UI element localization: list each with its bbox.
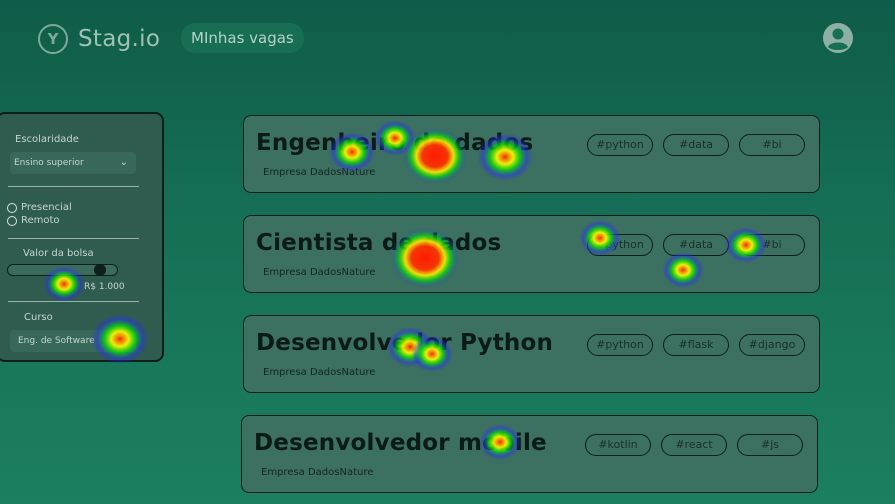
tag-list: #python #data #bi (587, 134, 805, 156)
brand-name: Stag.io (78, 26, 161, 52)
tag-chip[interactable]: #bi (739, 134, 805, 156)
job-title[interactable]: Cientista de dados (256, 230, 501, 256)
brand-logo[interactable]: Y Stag.io (38, 24, 160, 54)
company-name: Empresa DadosNature (261, 467, 374, 478)
job-title[interactable]: Desenvolvedor mobile (254, 430, 547, 456)
job-card[interactable]: Engenheiro de dados Empresa DadosNature … (243, 115, 820, 193)
filter-panel: Escolaridade Ensino superior ⌄ Presencia… (0, 112, 164, 362)
radio-remoto[interactable]: Remoto (7, 215, 60, 226)
radio-button[interactable] (7, 202, 17, 213)
tag-list: #python #data #bi (587, 234, 805, 256)
nav-my-jobs[interactable]: MInhas vagas (181, 23, 304, 53)
tag-chip[interactable]: #js (737, 434, 803, 456)
education-value: Ensino superior (14, 158, 84, 168)
divider (8, 301, 139, 302)
job-card[interactable]: Cientista de dados Empresa DadosNature #… (243, 215, 820, 293)
tag-chip[interactable]: #django (739, 334, 805, 356)
user-avatar-icon[interactable] (822, 22, 854, 54)
tag-list: #kotlin #react #js (585, 434, 803, 456)
job-card[interactable]: Desenvolvedor Python Empresa DadosNature… (243, 315, 820, 393)
tag-chip[interactable]: #python (587, 234, 653, 256)
radio-button[interactable] (7, 215, 17, 226)
branch-logo-icon: Y (38, 24, 68, 54)
company-name: Empresa DadosNature (263, 167, 376, 178)
divider (8, 238, 139, 239)
education-label: Escolaridade (15, 134, 79, 145)
tag-list: #python #flask #django (587, 334, 805, 356)
tag-chip[interactable]: #bi (739, 234, 805, 256)
stipend-label: Valor da bolsa (23, 248, 94, 259)
course-field[interactable]: Eng. de Software (10, 330, 136, 352)
tag-chip[interactable]: #data (663, 234, 729, 256)
stipend-slider-handle[interactable] (94, 264, 107, 276)
radio-label: Remoto (21, 215, 60, 226)
company-name: Empresa DadosNature (263, 367, 376, 378)
tag-chip[interactable]: #react (661, 434, 727, 456)
tag-chip[interactable]: #python (587, 134, 653, 156)
tag-chip[interactable]: #flask (663, 334, 729, 356)
job-title[interactable]: Engenheiro de dados (256, 130, 533, 156)
job-card[interactable]: Desenvolvedor mobile Empresa DadosNature… (241, 415, 818, 493)
education-select[interactable]: Ensino superior ⌄ (10, 152, 136, 174)
job-title[interactable]: Desenvolvedor Python (256, 330, 553, 356)
divider (8, 186, 139, 187)
radio-presencial[interactable]: Presencial (7, 202, 72, 213)
course-label: Curso (24, 312, 53, 323)
chevron-down-icon: ⌄ (119, 157, 128, 168)
stipend-value: R$ 1.000 (84, 282, 125, 292)
tag-chip[interactable]: #python (587, 334, 653, 356)
tag-chip[interactable]: #kotlin (585, 434, 651, 456)
company-name: Empresa DadosNature (263, 267, 376, 278)
tag-chip[interactable]: #data (663, 134, 729, 156)
radio-label: Presencial (21, 202, 72, 213)
